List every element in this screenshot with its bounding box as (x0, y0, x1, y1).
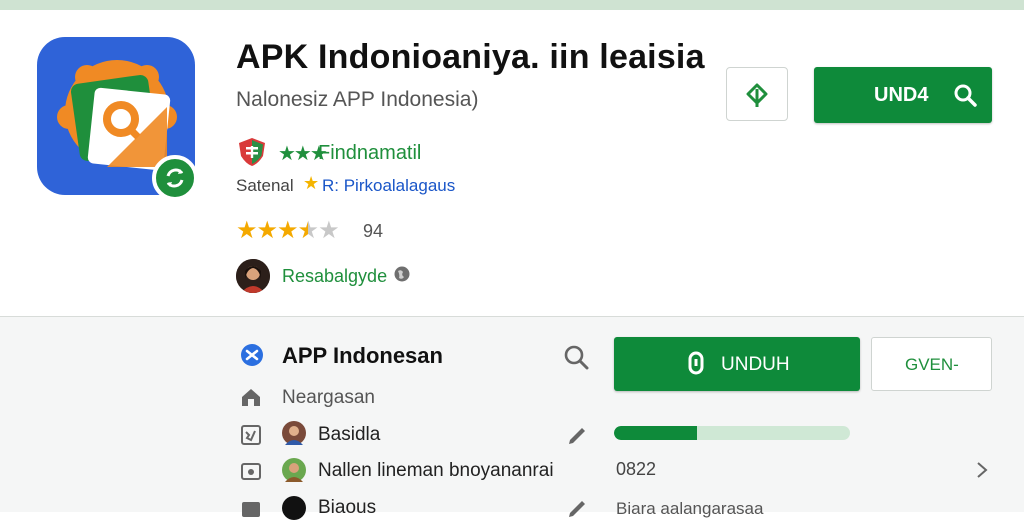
camera-icon (242, 502, 260, 517)
unduh-button[interactable]: UNDUH (614, 337, 860, 391)
star-icon: ★ (277, 217, 298, 244)
home-icon (242, 389, 260, 406)
star-icon: ★ (236, 217, 257, 244)
satisfaction-link[interactable]: R: Pirkoalalagaus (322, 176, 455, 196)
share-icon (746, 83, 768, 107)
section-title: APP Indonesan (282, 343, 443, 368)
search-icon (954, 84, 977, 107)
open-button[interactable]: GVEN- (871, 337, 992, 391)
star-icon: ★ (256, 217, 278, 244)
star-half-icon: ★ (297, 217, 319, 244)
rating-stars: ★★★★★ (236, 216, 340, 245)
blue-x-icon (241, 344, 263, 366)
user-avatar[interactable] (282, 496, 306, 520)
developer-avatar[interactable] (236, 259, 270, 293)
developer-name[interactable]: Resabalgyde (282, 266, 387, 287)
pen-icon[interactable] (565, 424, 589, 448)
open-button-label: GVEN- (905, 355, 959, 374)
shield-icon (239, 138, 265, 166)
user-avatar[interactable] (282, 421, 306, 445)
progress-fill (614, 426, 697, 440)
share-button[interactable] (726, 67, 788, 121)
app-title: APK Indonioaniya. iin leaisia (236, 38, 705, 76)
top-accent-bar (0, 0, 1024, 10)
footer-text: Biara aalangarasaa (616, 499, 764, 518)
sync-badge-icon (152, 155, 198, 201)
star-empty-icon: ★ (318, 217, 339, 244)
chevron-right-icon[interactable] (975, 461, 989, 479)
search-icon[interactable] (563, 344, 589, 370)
rating-count: 94 (363, 221, 384, 241)
app-subtitle: Nalonesiz APP Indonesia) (236, 88, 479, 111)
download-progress (614, 426, 850, 440)
star-icon: ★ (303, 173, 320, 193)
version-text: 0822 (616, 459, 657, 479)
satisfaction-label: Satenal (236, 176, 294, 195)
pen-icon[interactable] (565, 497, 589, 521)
unduh-button-label: UNDUH (721, 354, 790, 375)
globe-icon (394, 266, 410, 282)
user-avatar[interactable] (282, 458, 306, 482)
download-icon (688, 351, 704, 375)
camera-icon (241, 463, 261, 480)
list-item-user1[interactable]: Basidla (318, 424, 380, 446)
list-item-user2[interactable]: Nallen lineman bnoyananrai (318, 460, 554, 482)
download-button-label: UND4 (874, 84, 929, 106)
category-text: Neargasan (282, 387, 375, 408)
list-item-user3[interactable]: Biaous (318, 497, 376, 519)
download-button[interactable]: UND4 (814, 67, 992, 123)
gallery-icon (241, 425, 261, 445)
badge-text: Findnamatil (318, 142, 422, 164)
